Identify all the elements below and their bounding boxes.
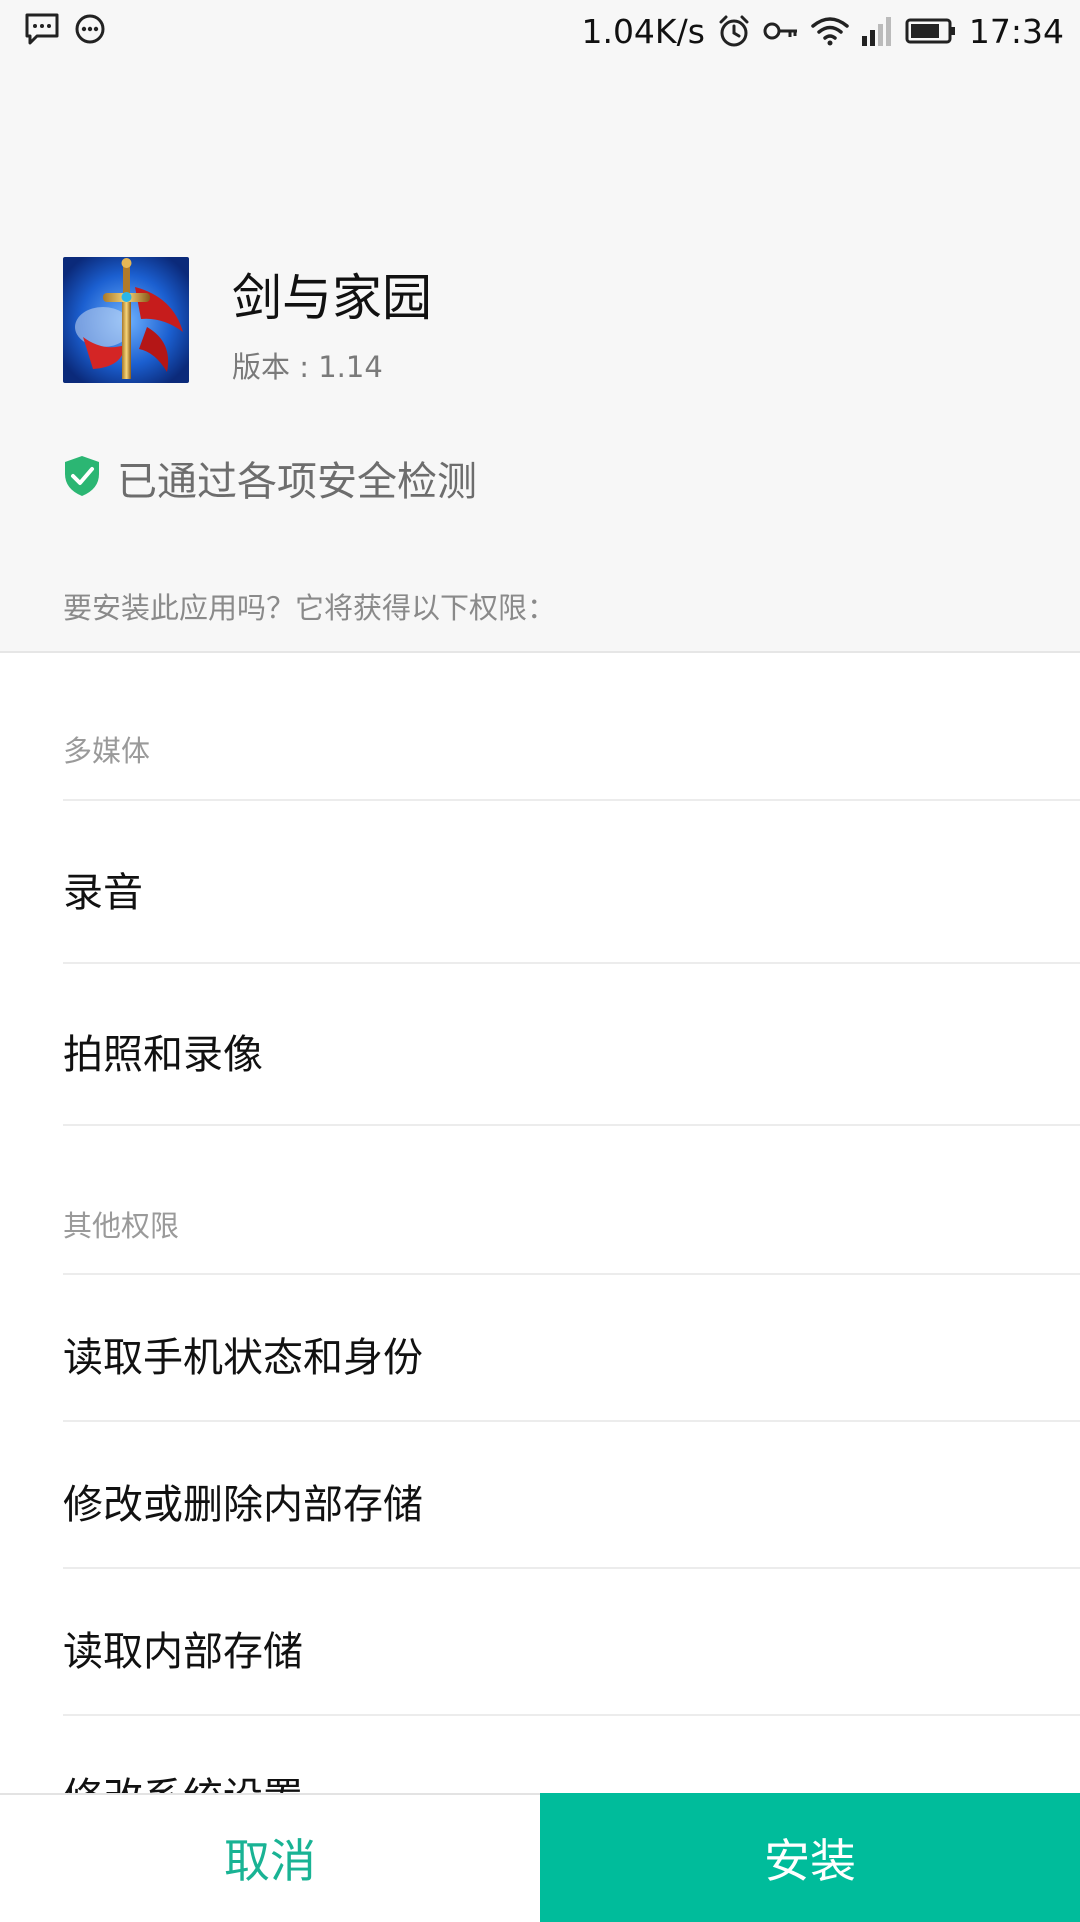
divider [63, 1273, 1080, 1275]
section-title-other: 其他权限 [63, 1209, 180, 1243]
security-check-row: 已通过各项安全检测 [63, 450, 477, 506]
divider [63, 1124, 1080, 1126]
wifi-icon [811, 16, 849, 46]
app-info-header: 剑与家园 版本 : 1.14 已通过各项安全检测 要安装此应用吗？它将获得以下权… [0, 62, 1080, 653]
divider [63, 799, 1080, 801]
divider [63, 1567, 1080, 1569]
app-name: 剑与家园 [232, 269, 432, 327]
bottom-action-bar: 取消 安装 [0, 1793, 1080, 1922]
message-icon [24, 12, 60, 50]
divider [63, 1420, 1080, 1422]
permission-item[interactable]: 录音 [63, 860, 143, 918]
battery-icon [905, 17, 957, 45]
install-prompt: 要安装此应用吗？它将获得以下权限： [63, 591, 557, 625]
signal-icon [861, 16, 893, 46]
shield-check-icon [63, 454, 101, 502]
permission-item[interactable]: 拍照和录像 [63, 1022, 263, 1080]
security-text: 已通过各项安全检测 [117, 459, 477, 505]
install-button[interactable]: 安装 [540, 1793, 1080, 1922]
clock-time: 17:34 [968, 11, 1064, 51]
permission-item[interactable]: 修改系统设置 [63, 1765, 303, 1793]
status-left-icons [24, 12, 106, 50]
key-vpn-icon [763, 19, 799, 43]
divider [63, 962, 1080, 964]
permission-item[interactable]: 读取手机状态和身份 [63, 1325, 423, 1383]
permission-list[interactable]: 多媒体 录音 拍照和录像 其他权限 读取手机状态和身份 修改或删除内部存储 读取… [0, 653, 1080, 1793]
cancel-button[interactable]: 取消 [0, 1795, 540, 1920]
permission-item[interactable]: 读取内部存储 [63, 1619, 303, 1677]
divider [63, 1714, 1080, 1716]
app-version: 版本 : 1.14 [232, 350, 383, 384]
net-speed: 1.04K/s [581, 11, 705, 51]
section-title-multimedia: 多媒体 [63, 734, 151, 768]
status-right-area: 1.04K/s 17:34 [581, 8, 1064, 54]
more-dots-icon [74, 13, 106, 49]
status-bar: 1.04K/s 17:34 [0, 0, 1080, 62]
alarm-icon [717, 14, 751, 48]
permission-item[interactable]: 修改或删除内部存储 [63, 1472, 423, 1530]
app-game-icon [63, 257, 189, 383]
